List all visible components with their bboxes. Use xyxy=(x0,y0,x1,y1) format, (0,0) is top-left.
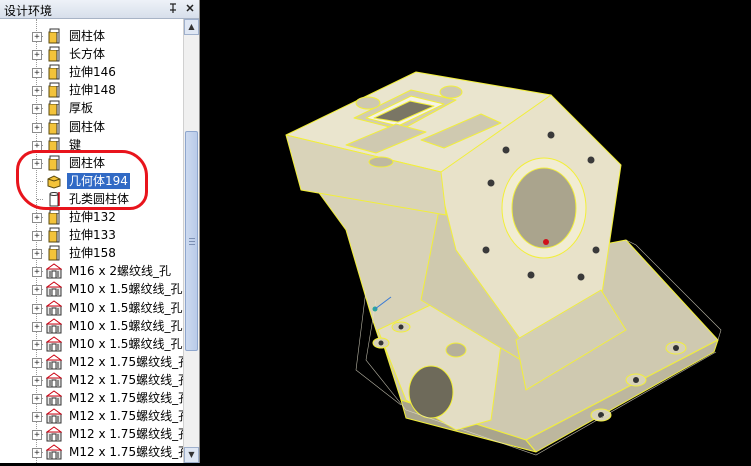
red-annotation-circle xyxy=(16,150,148,210)
part-icon xyxy=(46,28,62,44)
tree-item-label: M12 x 1.75螺纹线_孔 xyxy=(69,391,191,405)
part-icon xyxy=(46,209,62,225)
scroll-up-button[interactable]: ▲ xyxy=(184,19,199,35)
expand-icon[interactable]: + xyxy=(32,50,42,61)
tree-item-label: 拉伸132 xyxy=(69,210,116,224)
part-icon xyxy=(46,46,62,62)
tree-item-label: 圆柱体 xyxy=(69,119,106,134)
tree-item-label: M10 x 1.5螺纹线_孔 xyxy=(69,318,183,333)
expand-icon[interactable]: + xyxy=(32,32,42,42)
thread-hole-icon xyxy=(45,299,63,316)
tree-item[interactable]: + 圆柱体 xyxy=(0,27,183,45)
tree-item[interactable]: + 拉伸133 xyxy=(0,226,183,244)
expand-icon[interactable]: + xyxy=(32,68,42,79)
pin-icon[interactable] xyxy=(166,2,180,16)
panel-title: 设计环境 xyxy=(4,4,53,18)
tree-item[interactable]: + M12 x 1.75螺纹线_孔 xyxy=(0,353,190,371)
expand-icon[interactable]: + xyxy=(32,231,42,242)
tree-item[interactable]: + M10 x 1.5螺纹线_孔 xyxy=(0,299,183,317)
tree-item[interactable]: + 长方体 xyxy=(0,45,183,63)
tree-item[interactable]: + M12 x 1.75螺纹线_孔 xyxy=(0,371,190,389)
thread-hole-icon xyxy=(45,317,63,334)
tree-item[interactable]: + M12 x 1.75螺纹线_孔 xyxy=(0,407,190,425)
part-icon xyxy=(46,82,62,98)
tree-item-label: M16 x 2螺纹线_孔 xyxy=(69,264,171,279)
thread-hole-icon xyxy=(45,390,63,406)
tree-item[interactable]: + M10 x 1.5螺纹线_孔 xyxy=(0,280,183,298)
thread-hole-icon xyxy=(45,444,63,460)
expand-icon[interactable]: + xyxy=(32,303,42,314)
tree-item[interactable]: + 拉伸158 xyxy=(0,244,183,262)
part-icon xyxy=(46,119,62,135)
expand-icon[interactable]: + xyxy=(32,267,42,278)
tree-item[interactable]: + M10 x 1.5螺纹线_孔 xyxy=(0,335,183,353)
3d-viewport[interactable] xyxy=(206,0,751,463)
thread-hole-icon xyxy=(45,281,63,297)
expand-icon[interactable]: + xyxy=(32,104,42,115)
part-icon xyxy=(46,245,62,261)
tree-item[interactable]: + M12 x 1.75螺纹线_孔 xyxy=(0,443,190,461)
tree-item[interactable]: + M12 x 1.75螺纹线_孔 xyxy=(0,425,190,443)
tree-item-label: 拉伸158 xyxy=(69,246,116,261)
tree-item-label: M12 x 1.75螺纹线_孔 xyxy=(69,427,191,442)
part-icon xyxy=(46,64,62,80)
expand-icon[interactable]: + xyxy=(32,357,42,368)
design-environment-panel: 设计环境 + 圆柱体 + 长方体 + 拉伸146 + 拉伸148 + 厚板 + 圆柱体 + 键 + 圆柱体 几何… xyxy=(0,0,200,463)
tree-item-label: 拉伸146 xyxy=(69,65,116,80)
feature-tree: + 圆柱体 + 长方体 + 拉伸146 + 拉伸148 + 厚板 + 圆柱体 + 键 + 圆柱体 几何体194 孔… xyxy=(0,19,190,463)
tree-item-label: M10 x 1.5螺纹线_孔 xyxy=(69,282,183,297)
tree-item[interactable]: + M16 x 2螺纹线_孔 xyxy=(0,262,183,280)
tree-item[interactable]: + 圆柱体 xyxy=(0,118,183,136)
expand-icon[interactable]: + xyxy=(32,448,42,459)
tree-item-label: M10 x 1.5螺纹线_孔 xyxy=(69,300,183,315)
thread-hole-icon xyxy=(45,372,63,388)
tree-item[interactable]: + 拉伸132 xyxy=(0,208,183,226)
tree-item[interactable]: + M10 x 1.5螺纹线_孔 xyxy=(0,317,183,335)
expand-icon[interactable]: + xyxy=(32,394,42,404)
expand-icon[interactable]: + xyxy=(32,412,42,423)
tree-item-label: M12 x 1.75螺纹线_孔 xyxy=(69,409,191,424)
tree-item-label: 圆柱体 xyxy=(69,29,106,43)
tree-item[interactable]: + M12 x 1.75螺纹线_孔 xyxy=(0,389,190,407)
panel-header: 设计环境 xyxy=(0,0,199,19)
expand-icon[interactable]: + xyxy=(32,249,42,260)
expand-icon[interactable]: + xyxy=(32,375,42,386)
tree-item-label: M12 x 1.75螺纹线_孔 xyxy=(69,354,191,369)
part-icon xyxy=(46,227,62,243)
expand-icon[interactable]: + xyxy=(32,122,42,133)
expand-icon[interactable]: + xyxy=(32,339,42,350)
expand-icon[interactable]: + xyxy=(32,213,42,223)
tree-item-label: 拉伸133 xyxy=(69,228,116,243)
tree-item-label: 长方体 xyxy=(69,47,106,62)
expand-icon[interactable]: + xyxy=(32,430,42,441)
expand-icon[interactable]: + xyxy=(32,285,42,296)
cad-housing-model[interactable] xyxy=(206,0,751,463)
thread-hole-icon xyxy=(45,408,63,424)
scroll-thumb[interactable] xyxy=(185,131,198,351)
tree-item[interactable]: + 拉伸146 xyxy=(0,63,183,81)
thread-hole-icon xyxy=(45,263,63,279)
thread-hole-icon xyxy=(45,426,63,442)
tree-item-label: 厚板 xyxy=(69,101,94,116)
thread-hole-icon xyxy=(45,354,63,370)
tree-item-label: M12 x 1.75螺纹线_孔 xyxy=(69,372,191,387)
close-icon[interactable] xyxy=(183,2,197,16)
thread-hole-icon xyxy=(45,336,63,352)
scroll-down-button[interactable]: ▼ xyxy=(184,447,199,463)
part-icon xyxy=(46,100,62,116)
expand-icon[interactable]: + xyxy=(32,321,42,332)
expand-icon[interactable]: + xyxy=(32,86,42,97)
tree-item-label: 拉伸148 xyxy=(69,83,116,98)
tree-item[interactable]: + 厚板 xyxy=(0,99,183,117)
tree-item-label: M10 x 1.5螺纹线_孔 xyxy=(69,336,183,351)
tree-item[interactable]: + 拉伸148 xyxy=(0,81,183,99)
tree-scrollbar[interactable]: ▲ ▼ xyxy=(183,19,199,463)
tree-item-label: M12 x 1.75螺纹线_孔 xyxy=(69,445,191,460)
